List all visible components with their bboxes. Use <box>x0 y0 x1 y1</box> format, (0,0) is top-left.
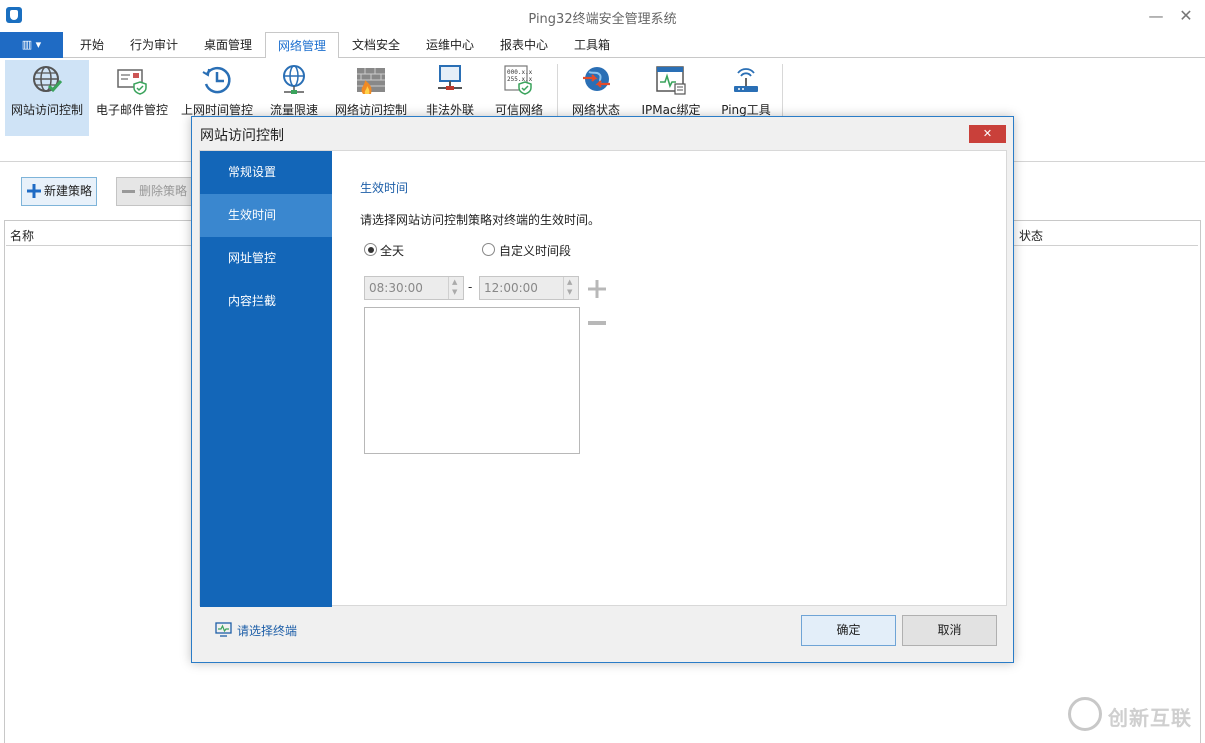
time-period-list[interactable] <box>364 307 580 454</box>
new-policy-label: 新建策略 <box>44 184 93 198</box>
spin-down-icon: ▼ <box>567 288 573 296</box>
end-time-value: 12:00:00 <box>484 281 538 295</box>
ribbon-label: 网站访问控制 <box>10 103 83 117</box>
ribbon-tabs: ▥ ▾ 开始 行为审计 桌面管理 网络管理 文档安全 运维中心 报表中心 工具箱 <box>0 32 1205 59</box>
end-time-input[interactable]: 12:00:00 ▲ ▼ <box>479 276 579 300</box>
window-title: Ping32终端安全管理系统 <box>528 12 677 27</box>
radio-custom-period-label[interactable]: 自定义时间段 <box>499 242 571 259</box>
section-title: 生效时间 <box>360 181 409 195</box>
title-bar: Ping32终端安全管理系统 — ✕ <box>0 0 1205 32</box>
column-header-name[interactable]: 名称 <box>10 227 34 244</box>
remove-period-icon[interactable] <box>588 321 606 325</box>
monitor-icon <box>215 622 232 637</box>
watermark-logo: 创新互联 <box>1068 697 1198 731</box>
tab-document-security[interactable]: 文档安全 <box>346 32 406 58</box>
ribbon-separator <box>557 64 558 124</box>
svg-text:255.x.x: 255.x.x <box>507 76 533 83</box>
ribbon-separator <box>782 64 783 124</box>
nav-url-control[interactable]: 网址管控 <box>200 237 332 280</box>
nav-effective-time[interactable]: 生效时间 <box>200 194 332 237</box>
router-icon <box>734 68 758 92</box>
ribbon-website-access-control[interactable]: 网站访问控制 <box>5 60 89 136</box>
delete-policy-button[interactable]: 删除策略 <box>116 177 192 206</box>
radio-all-day-label[interactable]: 全天 <box>380 242 404 259</box>
mail-shield-icon <box>117 69 147 95</box>
network-status-icon <box>583 67 610 91</box>
tab-ops-center[interactable]: 运维中心 <box>420 32 480 58</box>
watermark-text: 创新互联 <box>1108 706 1192 730</box>
dialog-nav: 常规设置 生效时间 网址管控 内容拦截 <box>200 151 332 607</box>
cancel-button[interactable]: 取消 <box>902 615 997 646</box>
tab-behavior-audit[interactable]: 行为审计 <box>124 32 184 58</box>
globe-network-icon <box>283 65 305 94</box>
spin-down-icon: ▼ <box>452 288 458 296</box>
select-terminal-label: 请选择终端 <box>237 624 298 638</box>
network-computer-icon <box>438 65 462 90</box>
end-time-spinner[interactable]: ▲ ▼ <box>563 277 578 299</box>
watermark-icon <box>1068 697 1102 731</box>
plus-icon <box>27 184 41 198</box>
ribbon-email-control[interactable]: 电子邮件管控 <box>94 60 170 136</box>
ipmac-icon <box>656 66 686 95</box>
nav-content-blocking[interactable]: 内容拦截 <box>200 280 332 323</box>
app-menu-button[interactable]: ▥ ▾ <box>0 32 63 58</box>
spin-up-icon: ▲ <box>452 278 458 286</box>
trusted-network-icon: 000.x.x 255.x.x <box>504 65 533 95</box>
dialog-close-button[interactable]: ✕ <box>969 125 1006 143</box>
website-access-control-dialog: 网站访问控制 ✕ 常规设置 生效时间 网址管控 内容拦截 生效时间 请选择网站访… <box>191 116 1014 663</box>
tab-desktop-management[interactable]: 桌面管理 <box>198 32 258 58</box>
tab-toolbox[interactable]: 工具箱 <box>568 32 616 58</box>
new-policy-button[interactable]: 新建策略 <box>21 177 97 206</box>
start-time-input[interactable]: 08:30:00 ▲ ▼ <box>364 276 464 300</box>
select-terminal-link[interactable]: 请选择终端 <box>215 622 297 639</box>
nav-general-settings[interactable]: 常规设置 <box>200 151 332 194</box>
globe-check-icon <box>33 66 63 93</box>
ok-button[interactable]: 确定 <box>801 615 896 646</box>
radio-custom-period[interactable] <box>482 243 495 256</box>
delete-policy-label: 删除策略 <box>139 184 188 198</box>
firewall-icon <box>357 68 385 94</box>
section-description: 请选择网站访问控制策略对终端的生效时间。 <box>360 213 601 227</box>
dialog-body: 常规设置 生效时间 网址管控 内容拦截 <box>199 150 1007 607</box>
minus-icon <box>122 190 135 193</box>
tab-start[interactable]: 开始 <box>73 32 111 58</box>
spin-up-icon: ▲ <box>567 278 573 286</box>
radio-all-day[interactable] <box>364 243 377 256</box>
time-range-dash: - <box>468 280 473 294</box>
tab-report-center[interactable]: 报表中心 <box>494 32 554 58</box>
clock-history-icon <box>202 66 231 94</box>
column-header-status[interactable]: 状态 <box>1019 227 1043 244</box>
start-time-spinner[interactable]: ▲ ▼ <box>448 277 463 299</box>
ribbon-label: 电子邮件管控 <box>95 103 168 117</box>
tab-network-management[interactable]: 网络管理 <box>265 32 339 59</box>
dialog-title: 网站访问控制 <box>200 128 284 144</box>
svg-text:000.x.x: 000.x.x <box>507 69 533 76</box>
close-window-button[interactable]: ✕ <box>1176 6 1196 26</box>
minimize-button[interactable]: — <box>1146 6 1166 26</box>
add-period-icon[interactable] <box>588 280 606 298</box>
start-time-value: 08:30:00 <box>369 281 423 295</box>
